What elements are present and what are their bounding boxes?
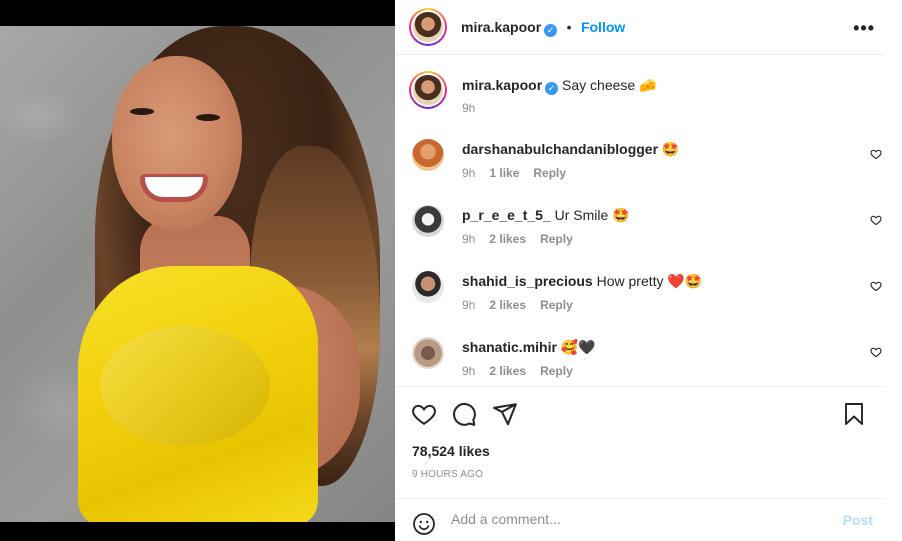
author-avatar[interactable] (409, 8, 447, 46)
comment-likes[interactable]: 2 likes (489, 364, 526, 378)
comment-meta: 9h 2 likes Reply (462, 298, 587, 312)
comment-username[interactable]: shahid_is_precious (462, 273, 593, 289)
comment-text: How pretty ❤️🤩 (596, 273, 703, 289)
comment-text-line: p_r_e_e_t_5_ Ur Smile 🤩 (462, 207, 630, 224)
heart-icon[interactable] (411, 401, 437, 427)
comment-text: 🥰🖤 (560, 339, 596, 355)
comment-time[interactable]: 9h (462, 166, 475, 180)
send-icon[interactable] (492, 401, 518, 427)
more-options-icon[interactable]: ••• (853, 18, 875, 39)
comment-avatar[interactable] (412, 205, 444, 237)
post-media[interactable] (0, 0, 395, 541)
caption-text: Say cheese (562, 77, 636, 93)
caption-time[interactable]: 9h (462, 101, 475, 115)
caption-avatar[interactable] (409, 71, 447, 109)
comment-time[interactable]: 9h (462, 364, 475, 378)
post-photo[interactable] (0, 26, 395, 522)
comment-like-icon[interactable] (870, 148, 882, 160)
comment-meta: 9h 2 likes Reply (462, 232, 587, 246)
comment-username[interactable]: shanatic.mihir (462, 339, 557, 355)
photo-eye-left (130, 108, 154, 115)
follow-button[interactable]: Follow (581, 19, 625, 35)
comment-icon[interactable] (451, 401, 477, 427)
comment-text: 🤩 (661, 141, 680, 157)
reply-button[interactable]: Reply (533, 166, 566, 180)
header-author-line: mira.kapoor ✓ • Follow (461, 19, 625, 37)
emoji-icon[interactable] (412, 512, 436, 536)
comment-likes[interactable]: 2 likes (489, 298, 526, 312)
comment-like-icon[interactable] (870, 346, 882, 358)
comment-time[interactable]: 9h (462, 298, 475, 312)
comment-username[interactable]: darshanabulchandaniblogger (462, 141, 658, 157)
comment-likes[interactable]: 1 like (489, 166, 519, 180)
comment-time[interactable]: 9h (462, 232, 475, 246)
verified-icon: ✓ (544, 24, 558, 37)
comment-like-icon[interactable] (870, 280, 882, 292)
comment-likes[interactable]: 2 likes (489, 232, 526, 246)
separator-dot: • (566, 19, 572, 35)
action-bar: 78,524 likes 9 HOURS AGO (395, 386, 885, 498)
comment-text-line: shahid_is_precious How pretty ❤️🤩 (462, 273, 702, 290)
caption-username[interactable]: mira.kapoor (462, 77, 542, 93)
post-panel: mira.kapoor ✓ • Follow ••• mira.kapoor ✓ S… (395, 0, 902, 541)
cheese-emoji: 🧀 (639, 77, 657, 93)
photo-dress-fold (100, 326, 270, 446)
reply-button[interactable]: Reply (540, 364, 573, 378)
verified-icon: ✓ (545, 82, 559, 95)
post-header: mira.kapoor ✓ • Follow ••• (395, 0, 885, 55)
comment-meta: 9h 2 likes Reply (462, 364, 587, 378)
comment-username[interactable]: p_r_e_e_t_5_ (462, 207, 551, 223)
photo-face (112, 56, 242, 231)
comment-composer: Post (395, 498, 885, 541)
post-time-ago[interactable]: 9 HOURS AGO (412, 469, 483, 480)
comment-avatar[interactable] (412, 271, 444, 303)
post-comment-button[interactable]: Post (843, 512, 873, 528)
bookmark-icon[interactable] (842, 401, 866, 427)
photo-eye-right (196, 114, 220, 121)
reply-button[interactable]: Reply (540, 232, 573, 246)
comment-like-icon[interactable] (870, 214, 882, 226)
author-username[interactable]: mira.kapoor (461, 19, 541, 35)
comment-avatar[interactable] (412, 139, 444, 171)
comment-text-line: shanatic.mihir 🥰🖤 (462, 339, 596, 356)
comment-text-line: darshanabulchandaniblogger 🤩 (462, 141, 679, 158)
comment-meta: 9h 1 like Reply (462, 166, 580, 180)
likes-count[interactable]: 78,524 likes (412, 443, 490, 459)
caption-meta: 9h (462, 101, 489, 115)
photo-smile (140, 174, 208, 202)
comment-input[interactable] (451, 511, 811, 527)
reply-button[interactable]: Reply (540, 298, 573, 312)
caption-line: mira.kapoor ✓ Say cheese 🧀 (462, 77, 657, 95)
comment-avatar[interactable] (412, 337, 444, 369)
comment-text: Ur Smile 🤩 (554, 207, 630, 223)
